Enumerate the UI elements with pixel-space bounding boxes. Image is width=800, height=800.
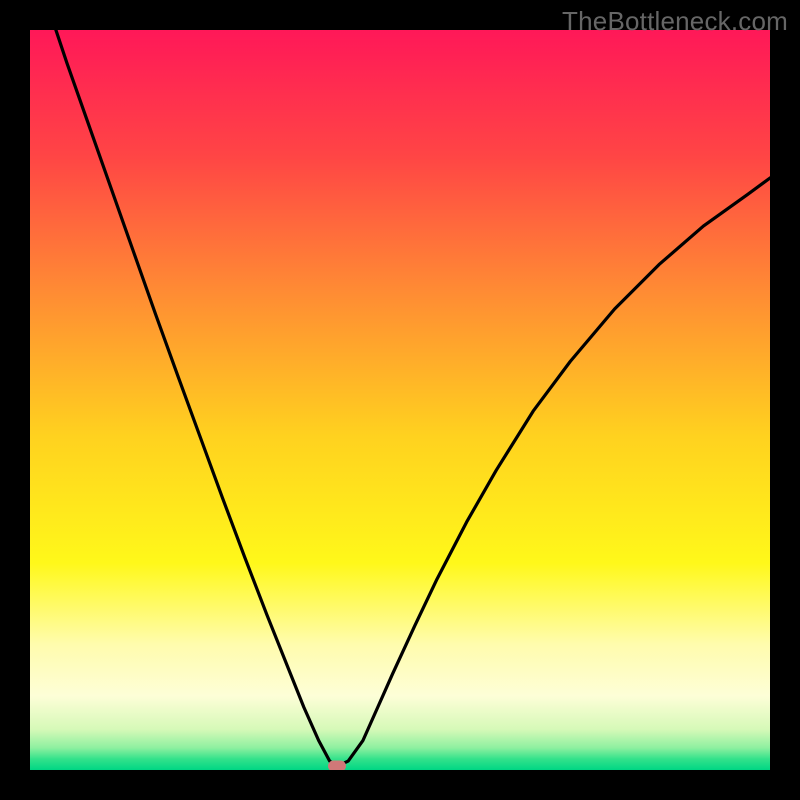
watermark-text: TheBottleneck.com bbox=[562, 6, 788, 37]
minimum-marker bbox=[328, 761, 346, 770]
curve-path bbox=[56, 30, 770, 766]
plot-area bbox=[30, 30, 770, 770]
curve-svg bbox=[30, 30, 770, 770]
